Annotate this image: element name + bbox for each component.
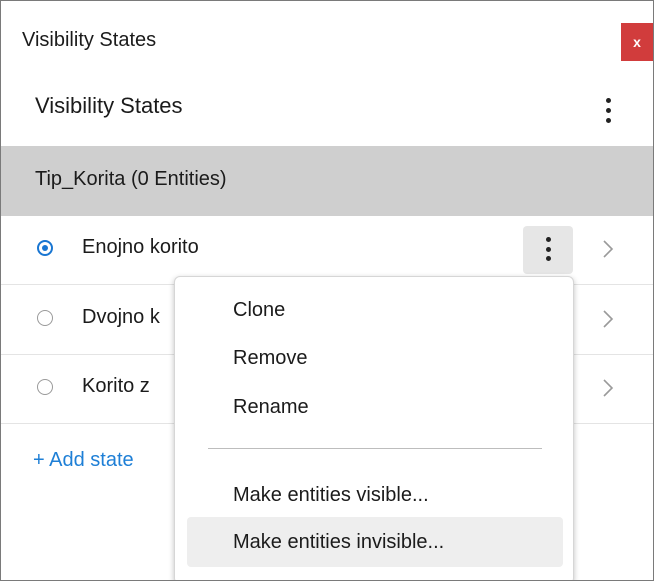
chevron-right-icon[interactable] xyxy=(601,308,615,330)
state-options-button[interactable] xyxy=(523,226,573,274)
state-label: Korito z xyxy=(82,375,150,397)
panel-title: Visibility States xyxy=(35,93,183,118)
more-options-icon[interactable] xyxy=(605,98,611,123)
add-state-link[interactable]: + Add state xyxy=(33,449,134,472)
menu-divider xyxy=(208,448,542,449)
state-context-menu: Clone Remove Rename Make entities visibl… xyxy=(174,276,574,580)
panel-header: Visibility States xyxy=(1,81,653,141)
menu-item-remove[interactable]: Remove xyxy=(233,347,307,370)
chevron-right-icon[interactable] xyxy=(601,377,615,399)
menu-item-make-visible[interactable]: Make entities visible... xyxy=(233,484,429,507)
close-button[interactable]: x xyxy=(621,23,653,61)
radio-unchecked-icon[interactable] xyxy=(37,310,53,326)
state-row[interactable]: Enojno korito xyxy=(1,216,653,285)
radio-unchecked-icon[interactable] xyxy=(37,379,53,395)
more-vertical-icon xyxy=(545,237,551,261)
menu-item-make-invisible[interactable]: Make entities invisible... xyxy=(233,531,444,554)
entity-group-row[interactable]: Tip_Korita (0 Entities) xyxy=(1,146,653,216)
radio-checked-icon[interactable] xyxy=(37,240,53,256)
title-bar: Visibility States x xyxy=(1,1,653,71)
visibility-states-panel: Visibility States x Visibility States Ti… xyxy=(0,0,654,581)
menu-item-rename[interactable]: Rename xyxy=(233,396,309,419)
state-label: Enojno korito xyxy=(82,236,199,258)
close-icon: x xyxy=(633,34,641,50)
chevron-right-icon[interactable] xyxy=(601,238,615,260)
entity-group-label: Tip_Korita (0 Entities) xyxy=(35,168,227,190)
state-label: Dvojno k xyxy=(82,306,160,328)
menu-item-clone[interactable]: Clone xyxy=(233,299,285,322)
window-title: Visibility States xyxy=(22,29,157,51)
